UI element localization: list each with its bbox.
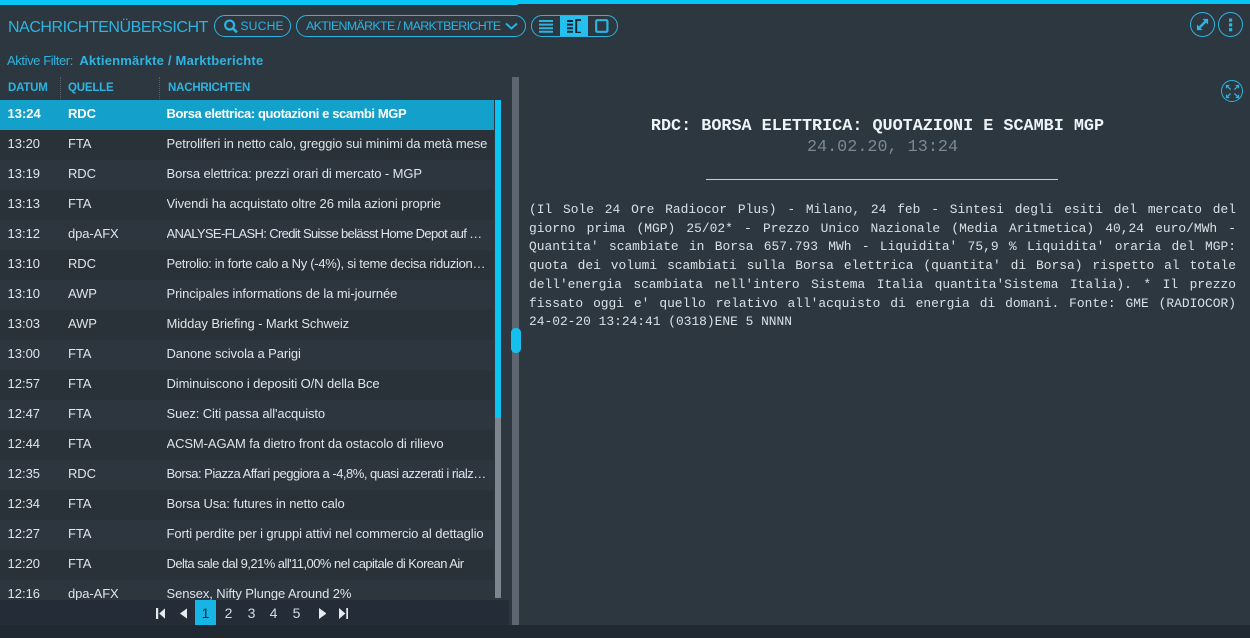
svg-text:SUCHE: SUCHE	[240, 19, 284, 33]
svg-text:AKTIENMÄRKTE / MARKTBERICHTE: AKTIENMÄRKTE / MARKTBERICHTE	[306, 19, 501, 33]
